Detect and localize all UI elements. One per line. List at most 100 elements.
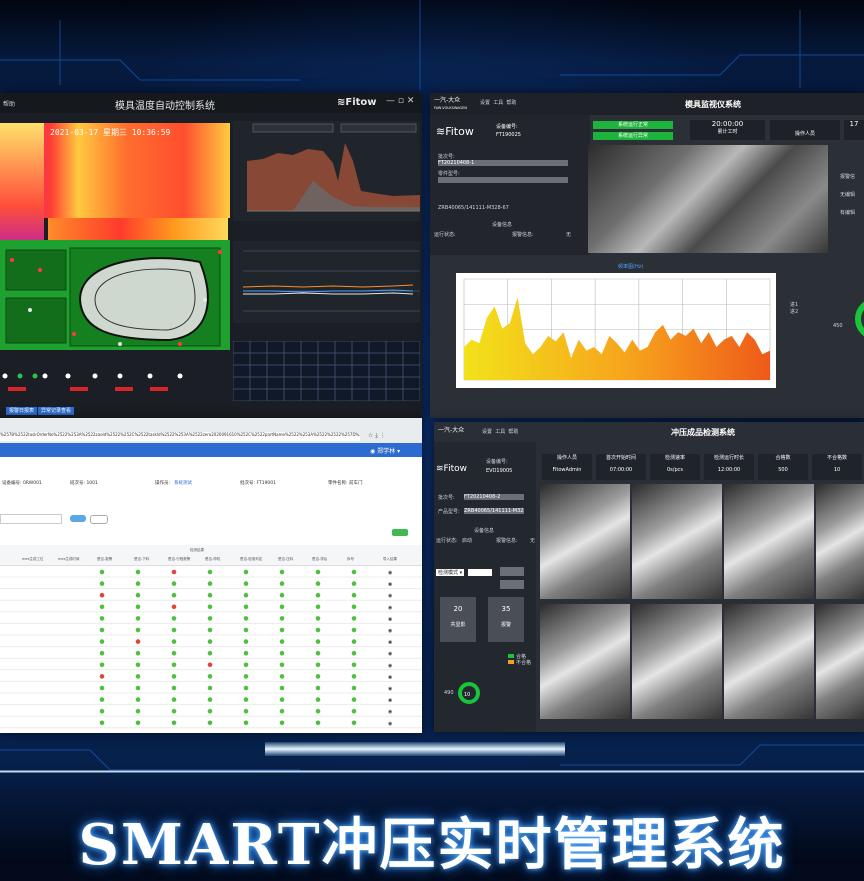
view-icon[interactable]: ◉ <box>388 628 392 634</box>
run-status-label: 运行状态: <box>436 538 458 544</box>
browser-icons[interactable]: ☆ ⤓ ⋮ <box>368 432 386 440</box>
status-dot <box>279 604 285 610</box>
operator-stat: 操作人员 <box>770 120 840 140</box>
inspection-image-1 <box>540 484 630 599</box>
status-normal-button[interactable]: 系统运行正常 <box>593 121 673 129</box>
status-dot <box>207 685 213 691</box>
view-icon[interactable]: ◉ <box>388 686 392 692</box>
filter-input[interactable] <box>0 514 62 524</box>
status-dot <box>279 639 285 644</box>
faw-vw-logo: 一汽-大众 <box>438 425 464 434</box>
mold-camera-image <box>588 145 828 253</box>
stat-3-label: 检测运行时长 <box>713 455 744 461</box>
window-controls[interactable]: — ▫ ✕ <box>386 96 414 106</box>
menu-help[interactable]: 帮助 <box>506 100 516 106</box>
status-dot <box>171 650 177 656</box>
alarm-info-label: 报警信息: <box>512 232 534 238</box>
help-menu[interactable]: 帮助 <box>3 99 15 108</box>
status-abnormal-button[interactable]: 系统运行异常 <box>593 132 673 140</box>
view-icon[interactable]: ◉ <box>388 582 392 588</box>
stat-0-value: FitowAdmin <box>552 467 582 473</box>
count-box-1-label: 共显影 <box>450 622 466 628</box>
view-icon[interactable]: ◉ <box>388 721 392 727</box>
view-icon[interactable]: ◉ <box>388 663 392 669</box>
address-bar[interactable]: %257B%2522taskOrderNo%2522%253A%2522zaoI… <box>0 432 360 441</box>
status-dot <box>135 662 141 668</box>
menu-tools[interactable]: 工具 <box>495 429 505 435</box>
batch-value[interactable]: FT20210408-1 <box>438 160 568 166</box>
run-status-value: 启动 <box>462 538 473 544</box>
status-dot <box>99 604 105 610</box>
status-dot <box>243 662 249 668</box>
count-box-1-value: 20 <box>453 605 463 613</box>
green-gauge <box>855 298 864 340</box>
mode-button-2[interactable] <box>500 580 524 589</box>
view-icon[interactable]: ◉ <box>388 640 392 646</box>
status-dot <box>99 616 105 621</box>
status-dot <box>135 697 141 702</box>
status-dot <box>351 708 357 714</box>
reset-button[interactable] <box>90 515 108 524</box>
exception-log-button[interactable]: 异常记录查看 <box>38 407 75 415</box>
temperature-line-chart <box>233 241 420 323</box>
status-dot <box>315 662 321 668</box>
alarm-value: 无 <box>530 538 536 544</box>
window-title: 冲压成品检测系统 <box>671 428 735 437</box>
alarm-info-label: 报警信息: <box>496 538 518 544</box>
status-dot <box>135 685 141 691</box>
operator-label: 操作人员 <box>794 131 815 137</box>
runtime-label: 累计工时 <box>717 129 738 135</box>
status-dot <box>351 639 357 644</box>
status-dot <box>135 592 141 598</box>
batch-value[interactable]: FT20210408-2 <box>464 494 524 500</box>
status-dot <box>351 592 357 598</box>
stat-4-label: 合格数 <box>775 455 791 461</box>
view-icon[interactable]: ◉ <box>388 593 392 599</box>
stat-2: 检测速率 0s/pcs <box>650 454 700 480</box>
brand-text: Fitow <box>445 125 474 138</box>
view-icon[interactable]: ◉ <box>388 698 392 704</box>
menu-help[interactable]: 帮助 <box>508 429 518 435</box>
stat-3-value: 12:00:00 <box>717 467 741 473</box>
view-icon[interactable]: ◉ <box>388 709 392 715</box>
status-dot <box>135 569 141 575</box>
status-dot <box>99 639 105 644</box>
view-icon[interactable]: ◉ <box>388 651 392 657</box>
view-icon[interactable]: ◉ <box>388 616 392 622</box>
menu-settings[interactable]: 设置 <box>482 429 492 435</box>
user-name: 郑学林 <box>377 448 396 455</box>
status-dot <box>135 650 141 656</box>
status-dot <box>243 616 249 621</box>
view-icon[interactable]: ◉ <box>388 570 392 576</box>
view-icon[interactable]: ◉ <box>388 674 392 680</box>
part-select[interactable] <box>438 177 568 183</box>
alarm-report-button[interactable]: 报警日报表 <box>6 407 38 415</box>
status-dot <box>279 720 285 726</box>
add-button[interactable] <box>392 529 408 536</box>
col-9: 序号 <box>347 557 354 561</box>
mode-button-1[interactable] <box>500 567 524 576</box>
status-dot <box>207 708 213 714</box>
count-box-2-value: 35 <box>501 605 511 613</box>
mode-label: 检测模式 <box>438 570 459 576</box>
view-icon[interactable]: ◉ <box>388 605 392 611</box>
menu-bar: 设置 工具 帮助 <box>482 428 518 435</box>
search-button[interactable]: ⌕ <box>70 515 86 532</box>
mode-select[interactable]: 检测模式 ▾ <box>436 569 465 576</box>
status-dot <box>207 581 213 586</box>
menu-tools[interactable]: 工具 <box>493 100 503 106</box>
status-dot <box>207 569 213 575</box>
menu-settings[interactable]: 设置 <box>480 100 490 106</box>
status-dot <box>207 627 213 633</box>
legend-1: 进1 <box>790 302 799 308</box>
column-group: 检测结果 <box>190 548 204 552</box>
status-dot <box>207 592 213 598</box>
mode-input[interactable] <box>468 569 492 576</box>
status-dot <box>171 616 177 621</box>
user-menu[interactable]: ◉ 郑学林 ▾ <box>370 446 400 455</box>
status-dot <box>171 592 177 598</box>
status-dot <box>135 674 141 679</box>
part-value[interactable]: ZRB40065/141111-M328 <box>464 508 524 514</box>
status-dot <box>279 627 285 633</box>
status-dot <box>171 674 177 679</box>
